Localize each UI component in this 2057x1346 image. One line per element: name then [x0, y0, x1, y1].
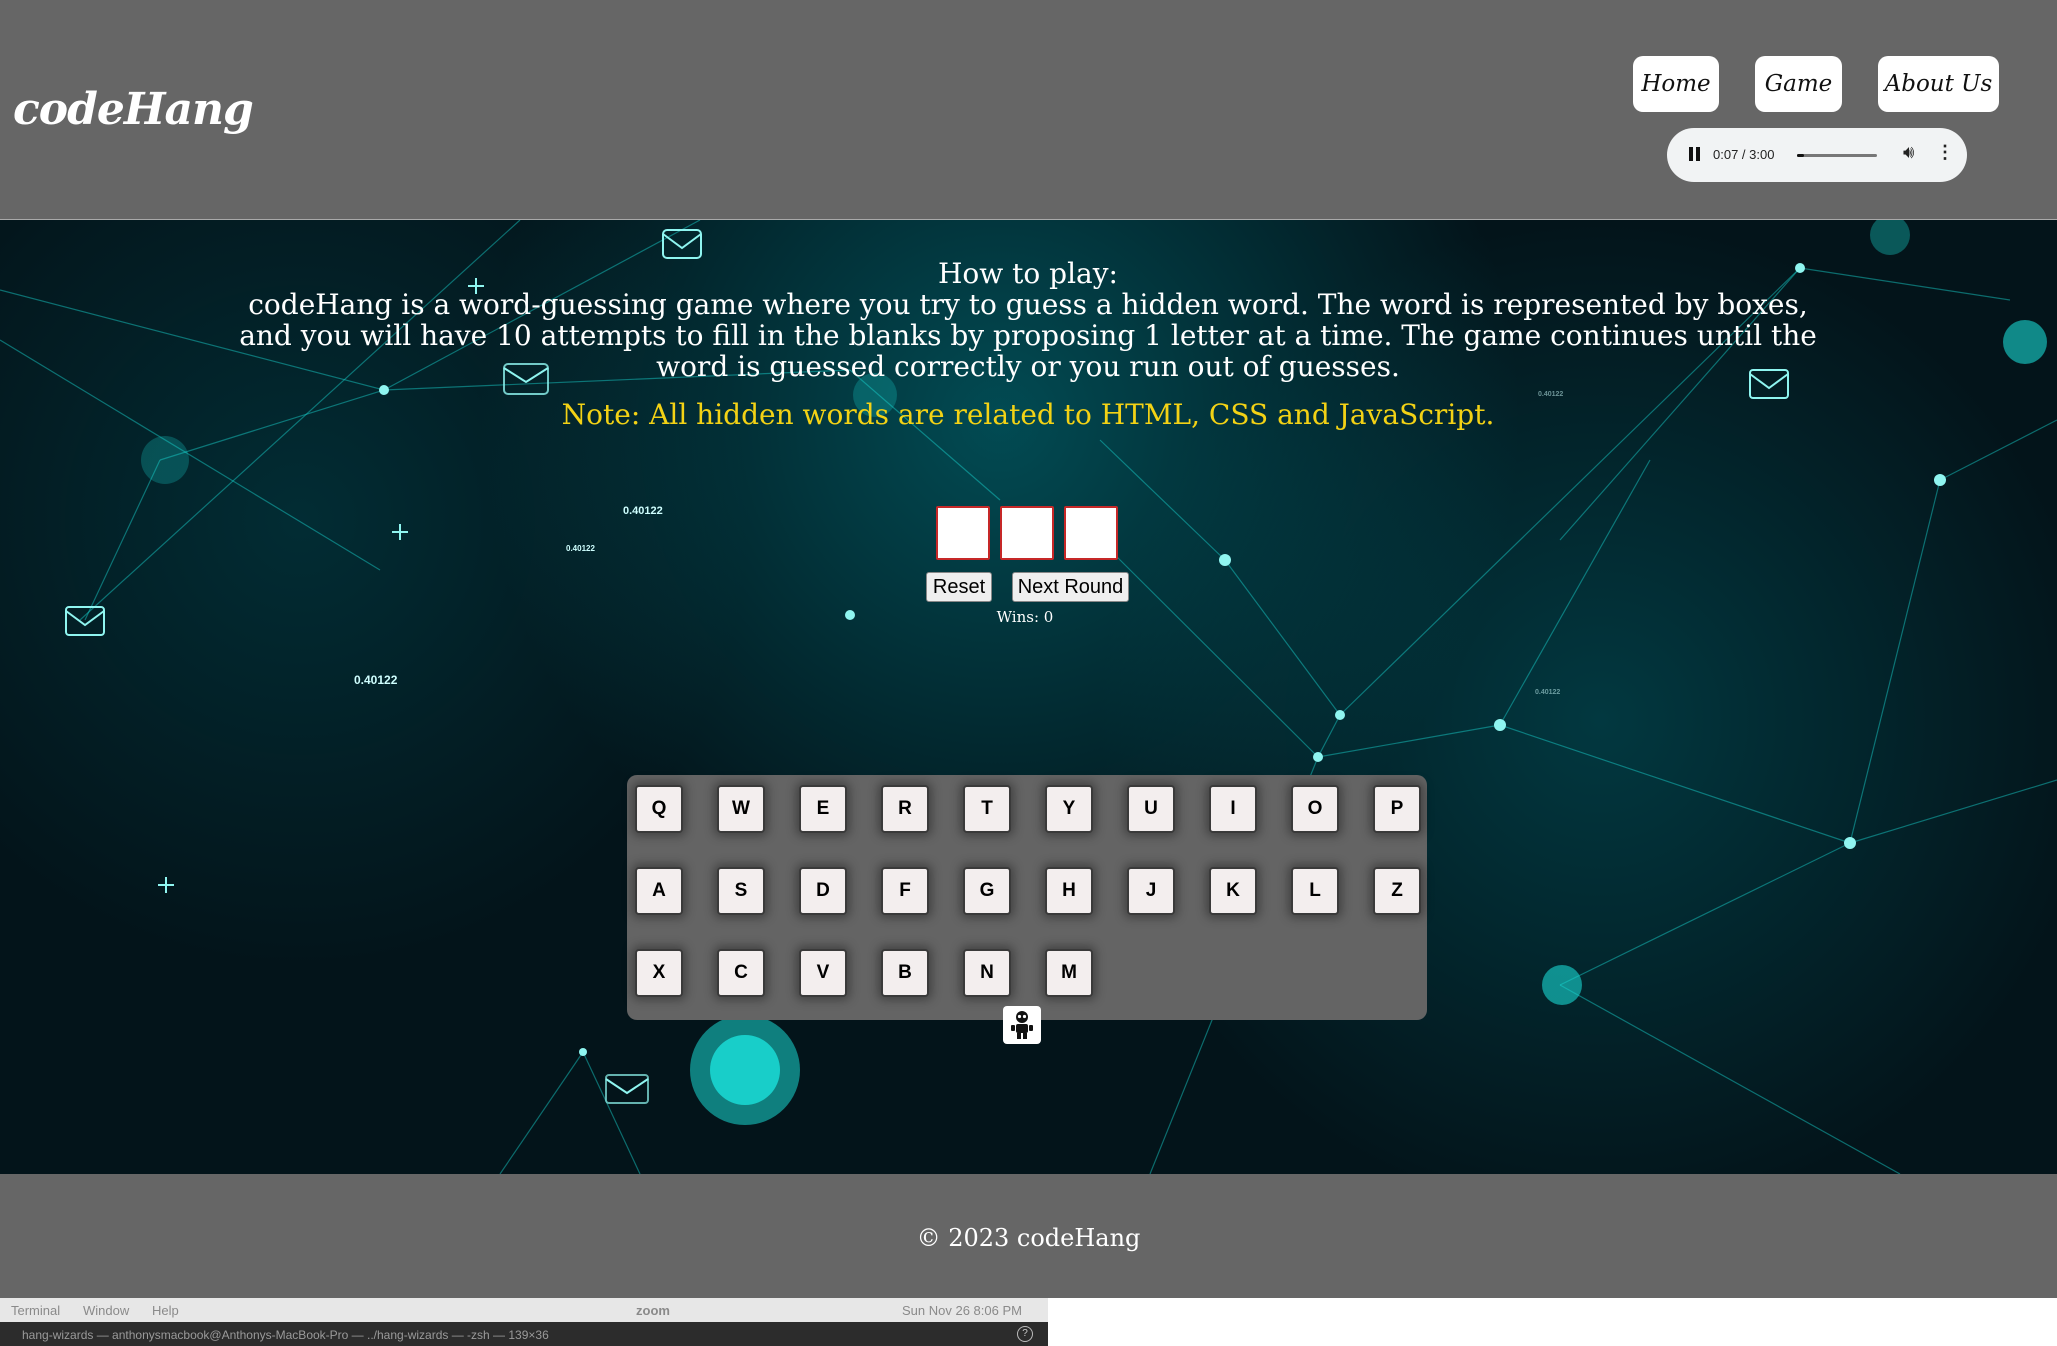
- letter-box: [936, 506, 990, 560]
- key-u[interactable]: U: [1127, 785, 1175, 833]
- next-round-button[interactable]: Next Round: [1012, 572, 1129, 602]
- key-g[interactable]: G: [963, 867, 1011, 915]
- key-q[interactable]: Q: [635, 785, 683, 833]
- menu-terminal[interactable]: Terminal: [11, 1303, 60, 1318]
- key-y[interactable]: Y: [1045, 785, 1093, 833]
- zoom-status[interactable]: zoom: [636, 1303, 670, 1318]
- letter-box: [1000, 506, 1054, 560]
- svg-text:0.40122: 0.40122: [1538, 391, 1563, 398]
- how-to-title: How to play:: [938, 257, 1118, 290]
- key-i[interactable]: I: [1209, 785, 1257, 833]
- key-k[interactable]: K: [1209, 867, 1257, 915]
- audio-progress: [1797, 154, 1805, 157]
- key-h[interactable]: H: [1045, 867, 1093, 915]
- key-e[interactable]: E: [799, 785, 847, 833]
- site-footer: © 2023 codeHang: [0, 1174, 2057, 1298]
- key-x[interactable]: X: [635, 949, 683, 997]
- volume-icon[interactable]: 🔊︎: [1903, 142, 1914, 163]
- svg-text:0.40122: 0.40122: [566, 544, 595, 553]
- menu-window[interactable]: Window: [83, 1303, 129, 1318]
- pause-icon[interactable]: [1689, 147, 1701, 163]
- key-r[interactable]: R: [881, 785, 929, 833]
- audio-seek-bar[interactable]: [1797, 154, 1877, 157]
- menubar-clock: Sun Nov 26 8:06 PM: [902, 1303, 1022, 1318]
- key-f[interactable]: F: [881, 867, 929, 915]
- os-menubar: Terminal Window Help zoom Sun Nov 26 8:0…: [0, 1298, 1048, 1322]
- key-p[interactable]: P: [1373, 785, 1421, 833]
- site-header: codeHang Home Game About Us 0:07 / 3:00 …: [0, 0, 2057, 220]
- key-c[interactable]: C: [717, 949, 765, 997]
- terminal-title: hang-wizards — anthonysmacbook@Anthonys-…: [22, 1328, 549, 1342]
- menu-help[interactable]: Help: [152, 1303, 179, 1318]
- audio-time: 0:07 / 3:00: [1713, 147, 1775, 162]
- nav-game-button[interactable]: Game: [1755, 56, 1842, 112]
- terminal-titlebar: hang-wizards — anthonysmacbook@Anthonys-…: [0, 1322, 1048, 1346]
- letter-keyboard: QWERTYUIOP ASDFGHJKLZ XCVBNM: [627, 775, 1427, 1020]
- nav-home-button[interactable]: Home: [1633, 56, 1719, 112]
- letter-box: [1064, 506, 1118, 560]
- key-w[interactable]: W: [717, 785, 765, 833]
- key-t[interactable]: T: [963, 785, 1011, 833]
- key-d[interactable]: D: [799, 867, 847, 915]
- game-area: 0.40122 0.40122 0.40122 0.40122 0.40122 …: [0, 220, 2057, 1174]
- key-o[interactable]: O: [1291, 785, 1339, 833]
- help-icon[interactable]: ?: [1017, 1326, 1033, 1342]
- bg-number-label: 0.40122: [354, 673, 398, 687]
- note-text: Note: All hidden words are related to HT…: [561, 398, 1495, 431]
- key-s[interactable]: S: [717, 867, 765, 915]
- bg-number-label: 0.40122: [623, 505, 663, 517]
- copyright: © 2023 codeHang: [916, 1224, 1141, 1252]
- reset-button[interactable]: Reset: [926, 572, 992, 602]
- bg-number-label: 0.40122: [1535, 689, 1560, 696]
- logo[interactable]: codeHang: [13, 84, 254, 135]
- how-to-body: codeHang is a word-guessing game where y…: [239, 288, 1817, 383]
- key-a[interactable]: A: [635, 867, 683, 915]
- audio-player: 0:07 / 3:00 🔊︎ ⋮: [1667, 128, 1967, 182]
- nav-about-button[interactable]: About Us: [1878, 56, 1999, 112]
- key-j[interactable]: J: [1127, 867, 1175, 915]
- wins-counter: Wins: 0: [996, 608, 1054, 626]
- app: codeHang Home Game About Us 0:07 / 3:00 …: [0, 0, 2057, 1298]
- key-z[interactable]: Z: [1373, 867, 1421, 915]
- key-v[interactable]: V: [799, 949, 847, 997]
- key-n[interactable]: N: [963, 949, 1011, 997]
- hangman-robot-icon: [1003, 1006, 1041, 1044]
- how-to-play: How to play: codeHang is a word-guessing…: [230, 258, 1826, 382]
- key-b[interactable]: B: [881, 949, 929, 997]
- more-options-icon[interactable]: ⋮: [1936, 142, 1954, 163]
- key-m[interactable]: M: [1045, 949, 1093, 997]
- key-l[interactable]: L: [1291, 867, 1339, 915]
